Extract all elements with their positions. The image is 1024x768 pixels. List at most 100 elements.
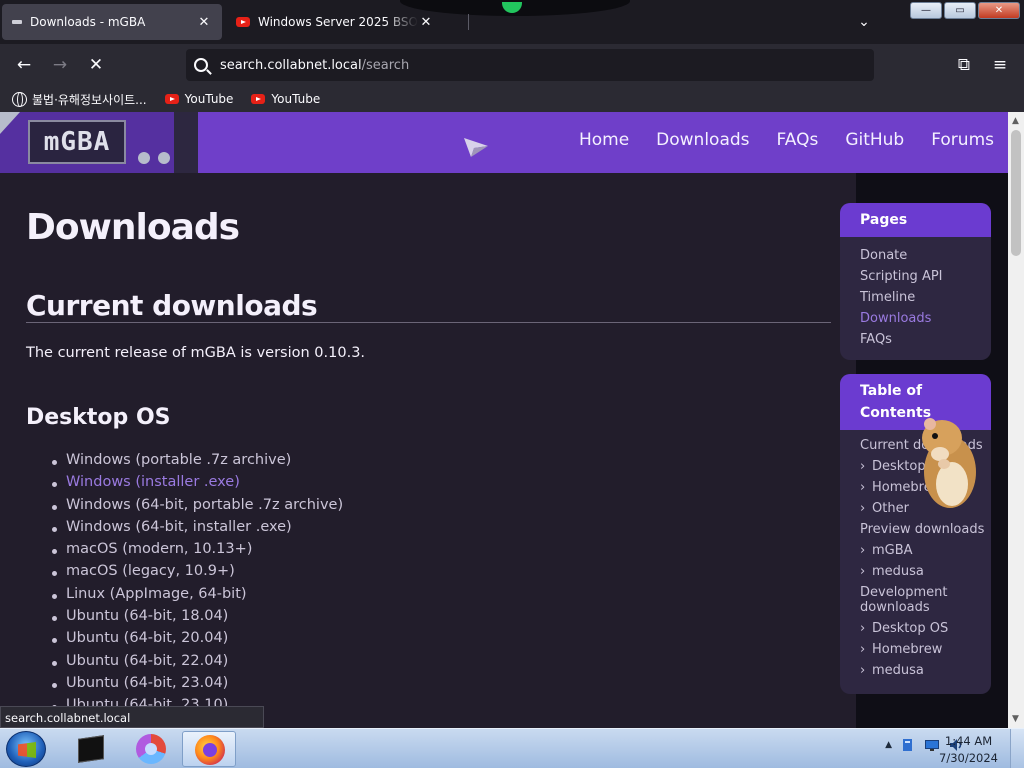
close-window-button[interactable]: ✕ <box>978 2 1020 19</box>
page-title: Downloads <box>26 207 240 248</box>
window-controls: — ▭ ✕ <box>910 2 1020 19</box>
page-link-downloads[interactable]: Downloads <box>860 308 991 329</box>
navigation-toolbar: ← → ✕ search.collabnet.local/search ⧉ ≡ <box>0 44 1024 86</box>
page-link-timeline[interactable]: Timeline <box>860 287 991 308</box>
scrollbar-thumb[interactable] <box>1011 130 1021 256</box>
download-link[interactable]: Ubuntu (64-bit, 18.04) <box>50 608 343 630</box>
minimize-button[interactable]: — <box>910 2 942 19</box>
bookmarks-toolbar: 불법·유해정보사이트... YouTube YouTube <box>0 86 1024 112</box>
nav-link-github[interactable]: GitHub <box>845 130 904 150</box>
download-link[interactable]: macOS (modern, 10.13+) <box>50 541 343 563</box>
toc-link[interactable]: Desktop OS <box>860 621 991 636</box>
bookmark-illegal-info-sites[interactable]: 불법·유해정보사이트... <box>12 91 147 108</box>
tab-close-icon[interactable]: ✕ <box>418 15 434 30</box>
scroll-up-icon[interactable]: ▲ <box>1012 116 1019 126</box>
youtube-icon <box>236 17 250 27</box>
page-link-donate[interactable]: Donate <box>860 245 991 266</box>
page-link-faqs[interactable]: FAQs <box>860 329 991 350</box>
tab-windows-server-bsod[interactable]: Windows Server 2025 BSOD Co ✕ <box>228 4 442 40</box>
youtube-icon <box>164 94 179 104</box>
site-nav: Home Downloads FAQs GitHub Forums <box>579 130 994 150</box>
logo-button-dot-icon <box>158 152 170 164</box>
paper-plane-icon <box>464 138 488 157</box>
taskbar: ▲ 1:44 AM 7/30/2024 <box>0 728 1024 768</box>
nav-link-home[interactable]: Home <box>579 130 629 150</box>
show-hidden-icons-button[interactable]: ▲ <box>885 740 892 750</box>
download-link[interactable]: Windows (64-bit, installer .exe) <box>50 519 343 541</box>
forward-button[interactable]: → <box>46 52 74 78</box>
taskbar-terminal-app[interactable] <box>62 731 116 767</box>
back-button[interactable]: ← <box>10 52 38 78</box>
nav-link-forums[interactable]: Forums <box>931 130 994 150</box>
download-link[interactable]: Ubuntu (64-bit, 22.04) <box>50 653 343 675</box>
toc-link[interactable]: Development downloads <box>860 585 991 615</box>
logo-corner-decoration <box>0 112 20 134</box>
tab-title: Windows Server 2025 BSOD Co <box>258 15 418 29</box>
toc-link[interactable]: mGBA <box>860 543 991 558</box>
clock-time: 1:44 AM <box>944 734 993 748</box>
logo-button-dot-icon <box>138 152 150 164</box>
download-link[interactable]: Windows (portable .7z archive) <box>50 452 343 474</box>
monitor-icon[interactable] <box>924 737 940 753</box>
bookmark-youtube[interactable]: YouTube <box>164 92 234 106</box>
scroll-down-icon[interactable]: ▼ <box>1012 714 1019 724</box>
nav-link-downloads[interactable]: Downloads <box>656 130 749 150</box>
main-content: Downloads Current downloads The current … <box>0 173 856 728</box>
link-status-tooltip: search.collabnet.local <box>0 706 264 728</box>
bookmark-label: YouTube <box>271 92 321 106</box>
tab-close-icon[interactable]: ✕ <box>196 15 212 30</box>
youtube-icon <box>251 94 266 104</box>
download-link[interactable]: Ubuntu (64-bit, 23.04) <box>50 675 343 697</box>
toc-link[interactable]: Preview downloads <box>860 522 991 537</box>
download-list: Windows (portable .7z archive) Windows (… <box>50 452 343 720</box>
page-viewport: mGBA Home Downloads FAQs GitHub Forums D… <box>0 112 1008 728</box>
pages-list: Donate Scripting API Timeline Downloads … <box>840 237 991 360</box>
stop-button[interactable]: ✕ <box>82 52 110 78</box>
toc-link[interactable]: medusa <box>860 564 991 579</box>
tab-separator <box>468 14 469 30</box>
taskbar-firefox-app[interactable] <box>182 731 236 767</box>
url-path: /search <box>361 57 410 73</box>
page-scrollbar[interactable]: ▲ ▼ <box>1008 112 1024 728</box>
subsection-title: Desktop OS <box>26 405 171 430</box>
section-divider <box>26 322 831 323</box>
taskbar-chrome-app[interactable] <box>122 731 176 767</box>
search-icon <box>194 58 208 72</box>
bookmark-youtube[interactable]: YouTube <box>251 92 320 106</box>
download-link[interactable]: Windows (installer .exe) <box>50 474 343 496</box>
extensions-button[interactable]: ⧉ <box>950 52 978 78</box>
tab-strip: Downloads - mGBA ✕ Windows Server 2025 B… <box>0 0 1024 44</box>
download-link[interactable]: macOS (legacy, 10.9+) <box>50 563 343 585</box>
toc-link[interactable]: Homebrew <box>860 642 991 657</box>
toc-link[interactable]: medusa <box>860 663 991 678</box>
address-bar[interactable]: search.collabnet.local/search <box>186 49 874 81</box>
mgba-logo[interactable]: mGBA <box>0 112 198 173</box>
nav-link-faqs[interactable]: FAQs <box>777 130 819 150</box>
list-all-tabs-button[interactable]: ⌄ <box>852 10 876 34</box>
section-title: Current downloads <box>26 289 318 322</box>
url-text[interactable]: search.collabnet.local/search <box>220 58 409 73</box>
clock-date: 7/30/2024 <box>939 751 998 765</box>
app-menu-button[interactable]: ≡ <box>986 52 1014 78</box>
firefox-icon <box>195 735 225 765</box>
download-link[interactable]: Windows (64-bit, portable .7z archive) <box>50 497 343 519</box>
hamster-sticker-icon <box>922 418 976 508</box>
bookmark-label: YouTube <box>184 92 234 106</box>
download-link[interactable]: Linux (AppImage, 64-bit) <box>50 586 343 608</box>
bookmark-label: 불법·유해정보사이트... <box>32 92 147 107</box>
logo-wordmark: mGBA <box>28 120 126 164</box>
terminal-icon <box>78 735 104 763</box>
windows-logo-icon <box>18 742 36 758</box>
download-link[interactable]: Ubuntu (64-bit, 20.04) <box>50 630 343 652</box>
restore-button[interactable]: ▭ <box>944 2 976 19</box>
show-desktop-button[interactable] <box>1010 729 1024 768</box>
network-drive-icon[interactable] <box>900 737 916 753</box>
site-header: mGBA Home Downloads FAQs GitHub Forums <box>0 112 1008 173</box>
pages-card-title: Pages <box>840 203 991 237</box>
tab-title: Downloads - mGBA <box>30 15 146 29</box>
page-link-scripting-api[interactable]: Scripting API <box>860 266 991 287</box>
tab-downloads-mgba[interactable]: Downloads - mGBA ✕ <box>2 4 222 40</box>
start-button[interactable] <box>6 731 46 767</box>
system-clock[interactable]: 1:44 AM 7/30/2024 <box>939 733 998 767</box>
release-info: The current release of mGBA is version 0… <box>26 345 366 361</box>
